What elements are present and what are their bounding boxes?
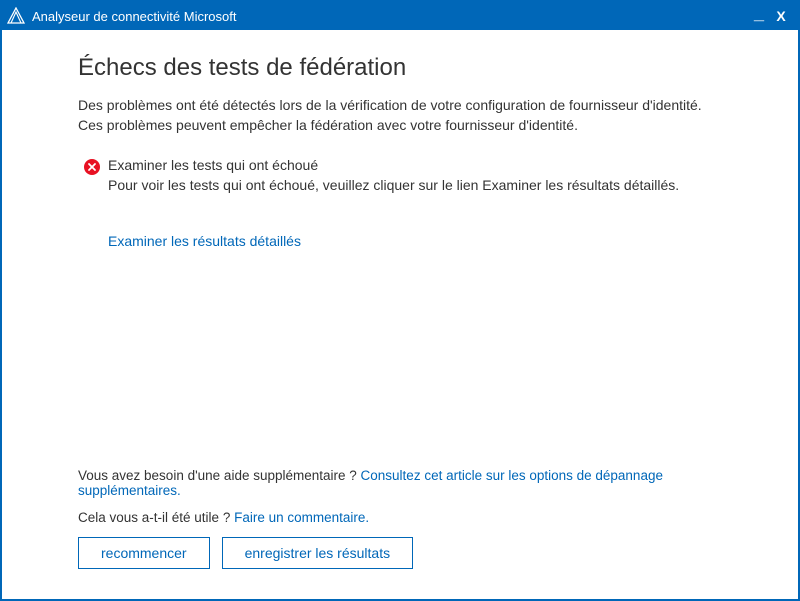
- content-area: Échecs des tests de fédération Des probl…: [2, 30, 798, 599]
- feedback-link[interactable]: Faire un commentaire.: [234, 510, 369, 525]
- error-icon: [84, 159, 100, 175]
- bottom-section: Vous avez besoin d'une aide supplémentai…: [78, 468, 722, 569]
- titlebar: Analyseur de connectivité Microsoft _ X: [2, 2, 798, 30]
- issue-subtitle: Pour voir les tests qui ont échoué, veui…: [108, 177, 679, 193]
- issue-row: Examiner les tests qui ont échoué Pour v…: [84, 157, 722, 193]
- app-window: Analyseur de connectivité Microsoft _ X …: [0, 0, 800, 601]
- save-results-button[interactable]: enregistrer les résultats: [222, 537, 414, 569]
- restart-button[interactable]: recommencer: [78, 537, 210, 569]
- help-prompt: Vous avez besoin d'une aide supplémentai…: [78, 468, 361, 483]
- page-title: Échecs des tests de fédération: [78, 54, 722, 82]
- titlebar-title: Analyseur de connectivité Microsoft: [32, 9, 236, 24]
- help-line: Vous avez besoin d'une aide supplémentai…: [78, 468, 722, 498]
- detailed-results-link[interactable]: Examiner les résultats détaillés: [108, 233, 722, 249]
- description-line-1: Des problèmes ont été détectés lors de l…: [78, 96, 722, 116]
- button-row: recommencer enregistrer les résultats: [78, 537, 722, 569]
- feedback-prompt: Cela vous a-t-il été utile ?: [78, 510, 234, 525]
- description-line-2: Ces problèmes peuvent empêcher la fédéra…: [78, 116, 722, 136]
- issue-title: Examiner les tests qui ont échoué: [108, 157, 679, 173]
- page-description: Des problèmes ont été détectés lors de l…: [78, 96, 722, 135]
- feedback-line: Cela vous a-t-il été utile ? Faire un co…: [78, 510, 722, 525]
- app-logo-icon: [6, 6, 26, 26]
- minimize-button[interactable]: _: [748, 8, 770, 18]
- issue-texts: Examiner les tests qui ont échoué Pour v…: [108, 157, 679, 193]
- close-button[interactable]: X: [770, 8, 792, 24]
